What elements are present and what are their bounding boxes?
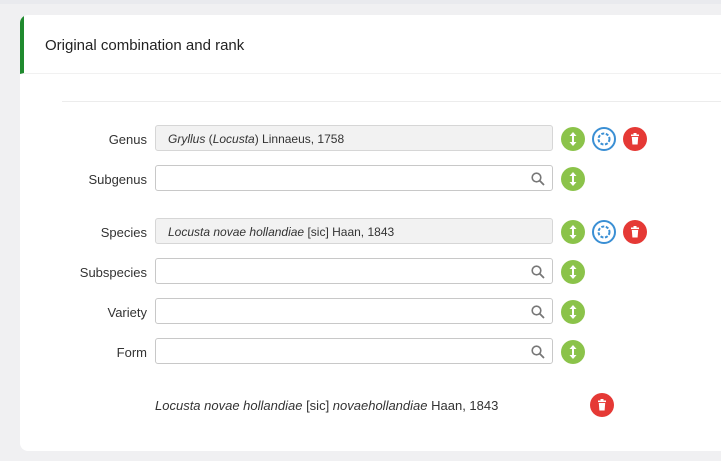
variety-label: Variety — [107, 305, 148, 320]
up-down-arrows-icon — [569, 265, 577, 279]
variety-move-button[interactable] — [561, 300, 585, 324]
form-label: Form — [116, 345, 147, 360]
subspecies-label: Subspecies — [79, 265, 147, 280]
trash-icon — [598, 399, 606, 411]
panel-header: Original combination and rank — [20, 15, 721, 74]
search-icon — [531, 172, 545, 186]
up-down-arrows-icon — [569, 132, 577, 146]
subspecies-move-button[interactable] — [561, 260, 585, 284]
species-value: Locusta novae hollandiae [sic] Haan, 184… — [168, 225, 395, 239]
search-icon — [531, 265, 545, 279]
up-down-arrows-icon — [569, 305, 577, 319]
refresh-icon — [597, 225, 611, 239]
form-move-button[interactable] — [561, 340, 585, 364]
trash-icon — [631, 133, 639, 145]
up-down-arrows-icon — [569, 172, 577, 186]
divider — [62, 101, 721, 102]
refresh-icon — [597, 132, 611, 146]
species-change-button[interactable] — [592, 220, 616, 244]
variety-input[interactable] — [155, 298, 553, 324]
genus-value: Gryllus (Locusta) Linnaeus, 1758 — [168, 132, 345, 146]
up-down-arrows-icon — [569, 225, 577, 239]
top-strip — [0, 0, 721, 4]
combination-delete-button[interactable] — [590, 393, 614, 417]
subgenus-move-button[interactable] — [561, 167, 585, 191]
combination-preview: Locusta novae hollandiae [sic] novaeholl… — [155, 398, 499, 413]
species-field: Locusta novae hollandiae [sic] Haan, 184… — [155, 218, 553, 244]
original-combination-panel: Original combination and rank Genus Gryl… — [20, 15, 721, 451]
form-input[interactable] — [155, 338, 553, 364]
search-icon — [531, 305, 545, 319]
subspecies-input[interactable] — [155, 258, 553, 284]
up-down-arrows-icon — [569, 345, 577, 359]
genus-delete-button[interactable] — [623, 127, 647, 151]
search-icon — [531, 345, 545, 359]
trash-icon — [631, 226, 639, 238]
genus-move-button[interactable] — [561, 127, 585, 151]
species-move-button[interactable] — [561, 220, 585, 244]
subgenus-label: Subgenus — [88, 172, 147, 187]
species-label: Species — [100, 225, 147, 240]
species-delete-button[interactable] — [623, 220, 647, 244]
panel-title: Original combination and rank — [45, 37, 245, 54]
genus-change-button[interactable] — [592, 127, 616, 151]
genus-field: Gryllus (Locusta) Linnaeus, 1758 — [155, 125, 553, 151]
subgenus-input[interactable] — [155, 165, 553, 191]
genus-label: Genus — [108, 132, 147, 147]
